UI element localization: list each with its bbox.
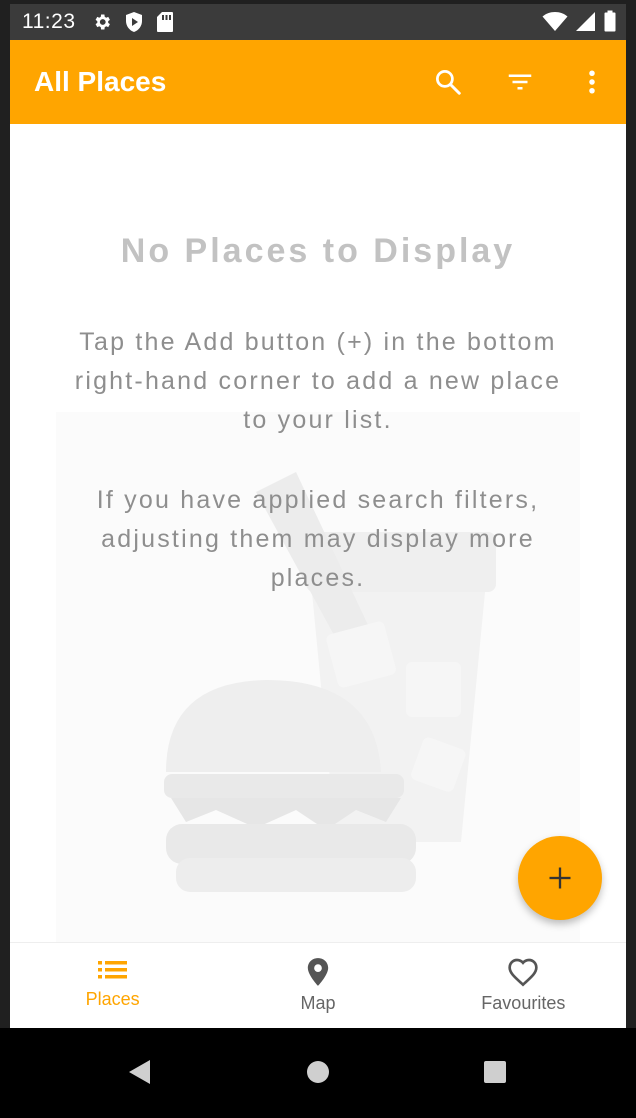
- home-button[interactable]: [296, 1050, 340, 1094]
- recents-button[interactable]: [473, 1050, 517, 1094]
- filter-icon: [508, 74, 532, 90]
- wifi-icon: [542, 12, 568, 31]
- location-pin-icon: [307, 958, 329, 986]
- status-time: 11:23: [22, 10, 76, 33]
- plus-icon: [549, 867, 571, 889]
- search-button[interactable]: [428, 62, 468, 102]
- home-icon: [307, 1061, 329, 1083]
- empty-state-title: No Places to Display: [120, 232, 516, 270]
- back-icon: [129, 1060, 150, 1084]
- nav-label-places: Places: [85, 989, 140, 1009]
- search-icon: [436, 70, 461, 95]
- nav-item-map[interactable]: Map: [215, 943, 420, 1028]
- more-vert-icon: [589, 70, 595, 94]
- device-frame: 11:23 All Places No Places to Display Ta…: [0, 0, 636, 1118]
- bottom-navigation: Places Map Favourites: [10, 942, 626, 1028]
- system-navigation-bar: [0, 1028, 636, 1118]
- list-icon: [97, 961, 127, 979]
- more-options-button[interactable]: [572, 62, 612, 102]
- battery-icon: [604, 10, 616, 32]
- sd-card-icon: [156, 12, 173, 32]
- app-screen: 11:23 All Places No Places to Display Ta…: [10, 4, 626, 1028]
- gear-icon: [95, 14, 110, 30]
- status-icons-right: [542, 10, 616, 32]
- nav-label-favourites: Favourites: [481, 993, 566, 1013]
- empty-state-instructions: Tap the Add button (+) in the bottom rig…: [74, 328, 562, 434]
- app-bar-actions: [428, 62, 612, 102]
- shield-play-icon: [125, 12, 142, 32]
- back-button[interactable]: [117, 1050, 161, 1094]
- heart-outline-icon: [508, 958, 538, 987]
- nav-item-favourites[interactable]: Favourites: [421, 943, 626, 1028]
- empty-state-content: No Places to Display Tap the Add button …: [10, 124, 626, 944]
- recents-icon: [484, 1061, 506, 1083]
- add-place-button[interactable]: [518, 836, 602, 920]
- empty-state-filter-hint: If you have applied search filters, adju…: [96, 486, 540, 592]
- filter-button[interactable]: [500, 62, 540, 102]
- nav-item-places[interactable]: Places: [10, 943, 215, 1028]
- nav-label-map: Map: [300, 993, 336, 1013]
- status-bar: 11:23: [10, 4, 626, 40]
- signal-icon: [576, 12, 595, 31]
- page-title: All Places: [34, 66, 167, 97]
- status-icons-left: [92, 11, 174, 33]
- app-bar: All Places: [10, 40, 626, 124]
